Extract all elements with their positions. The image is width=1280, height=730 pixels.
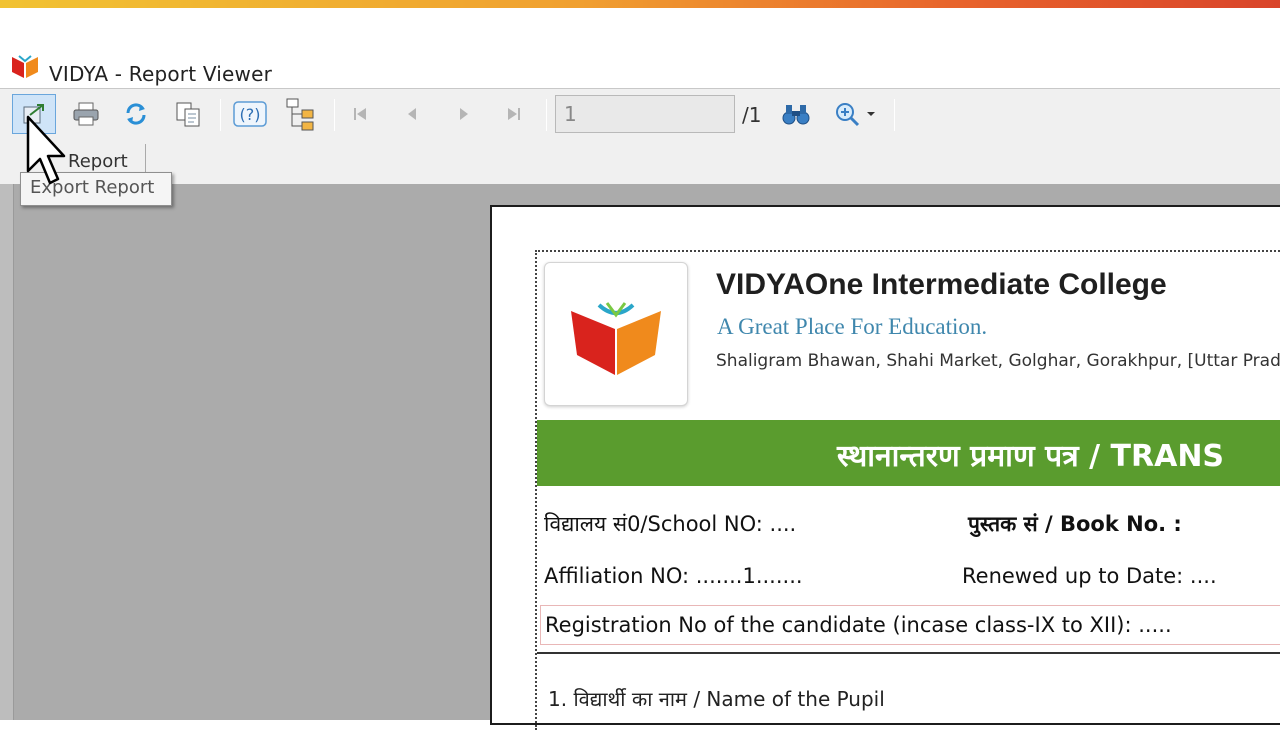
previous-page-button[interactable] [390,94,434,134]
toolbar-separator [334,99,335,131]
zoom-icon [836,103,860,127]
certificate-banner-title: स्थानान्तरण प्रमाण पत्र / TRANS [837,439,1225,474]
page-number-input[interactable] [555,95,735,133]
svg-text:(?): (?) [240,105,261,124]
school-address: Shaligram Bhawan, Shahi Market, Golghar,… [716,351,1280,371]
renewed-up-to-field: Renewed up to Date: .... [962,564,1217,588]
school-name: VIDYAOne Intermediate College [716,268,1167,301]
book-no-field: पुस्तक सं / Book No. : [968,512,1182,536]
title-bar: VIDYA - Report Viewer [0,8,1280,88]
pupil-name-field: 1. विद्यार्थी का नाम / Name of the Pupil [548,687,885,711]
help-button[interactable]: (?) [228,94,272,134]
zoom-button[interactable] [826,94,884,134]
printer-icon [73,102,99,126]
page-total-label: /1 [742,103,762,127]
toolbar-separator [894,99,895,131]
tree-icon [286,98,314,131]
copy-button[interactable] [166,94,210,134]
last-page-icon [508,108,520,120]
certificate-banner: स्थानान्तरण प्रमाण पत्र / TRANS [537,420,1280,486]
copy-icon [176,102,200,127]
toolbar-separator [546,99,547,131]
refresh-button[interactable] [114,94,158,134]
school-no-field: विद्यालय सं0/School NO: .... [544,512,797,536]
last-page-button[interactable] [492,94,536,134]
group-tree-button[interactable] [280,94,324,134]
school-tagline: A Great Place For Education. [717,314,988,339]
binoculars-icon [782,105,810,125]
app-logo-icon [12,55,38,78]
find-button[interactable] [774,94,818,134]
first-page-icon [354,108,366,120]
toolbar: (?) /1 [0,88,1280,184]
book-logo-icon [571,302,661,375]
previous-icon [408,108,416,120]
window-accent-bar [0,0,1280,8]
mouse-cursor-icon [26,115,66,185]
next-icon [460,108,468,120]
affiliation-no-field: Affiliation NO: .......1....... [544,564,803,588]
group-tree-panel-edge [0,184,14,720]
help-icon: (?) [233,101,267,127]
school-logo [544,262,688,406]
chevron-down-icon [867,112,875,116]
section-divider [537,652,1280,654]
toolbar-separator [220,99,221,131]
first-page-button[interactable] [338,94,382,134]
print-button[interactable] [64,94,108,134]
registration-no-field: Registration No of the candidate (incase… [545,613,1172,637]
window-title: VIDYA - Report Viewer [49,62,273,86]
report-tab-label: Report [68,151,128,172]
next-page-button[interactable] [442,94,486,134]
refresh-icon [126,103,146,125]
